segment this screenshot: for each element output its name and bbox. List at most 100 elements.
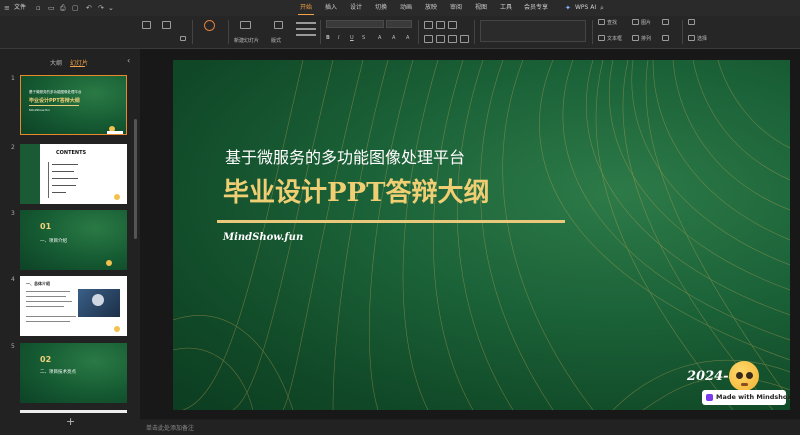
find-button[interactable]: 查找 xyxy=(607,19,617,26)
arrange-button[interactable]: 排列 xyxy=(641,35,651,42)
search-icon[interactable]: ⌕ xyxy=(600,0,604,16)
textbox-icon[interactable] xyxy=(598,35,605,41)
underline-icon[interactable]: U xyxy=(350,35,354,41)
undo-icon[interactable]: ↶ xyxy=(86,0,92,16)
highlight-icon[interactable]: A xyxy=(406,35,409,41)
picture-button[interactable]: 图片 xyxy=(641,19,651,26)
fill-icon[interactable] xyxy=(662,19,669,25)
thumb-subtitle: 基于微服务的多功能图像处理平台 xyxy=(29,90,82,94)
redo-icon[interactable]: ↷ xyxy=(98,0,104,16)
slide-thumbnail-panel: 大纲 幻灯片 ‹ 1 基于微服务的多功能图像处理平台 毕业设计PPT答辩大纲 M… xyxy=(0,49,140,435)
tab-member[interactable]: 会员专享 xyxy=(524,0,548,16)
save-icon[interactable]: ▫ xyxy=(36,0,41,16)
picture-icon[interactable] xyxy=(632,19,639,25)
divider xyxy=(474,20,475,44)
thumb-robot-image xyxy=(78,289,120,317)
slide-thumbnail-3[interactable]: 01 一、项目介绍 xyxy=(20,210,127,270)
textbox-button[interactable]: 文本框 xyxy=(607,35,622,42)
slide-thumbnail-4[interactable]: 一、总体介绍 xyxy=(20,276,127,336)
reuse-icon[interactable] xyxy=(296,34,316,36)
chevron-down-icon[interactable]: ⌄ xyxy=(108,0,114,16)
tab-view[interactable]: 视图 xyxy=(475,0,487,16)
bullets-icon[interactable] xyxy=(424,21,433,29)
tab-review[interactable]: 审阅 xyxy=(450,0,462,16)
slide-thumbnail-2[interactable]: CONTENTS xyxy=(20,144,127,204)
numbering-icon[interactable] xyxy=(436,21,445,29)
tab-tools[interactable]: 工具 xyxy=(500,0,512,16)
thumb-emoji xyxy=(114,194,120,200)
align-right-icon[interactable] xyxy=(448,35,457,43)
find-icon[interactable] xyxy=(598,19,605,25)
slide-title[interactable]: 毕业设计PPT答辩大纲 xyxy=(223,172,489,209)
font-name-field[interactable] xyxy=(326,20,384,28)
new-slide-button[interactable]: 新建幻灯片 xyxy=(234,37,259,44)
folder-icon[interactable]: ▭ xyxy=(48,0,55,16)
tab-outline[interactable]: 大纲 xyxy=(50,58,62,67)
mindshow-badge[interactable]: Made with Mindshow xyxy=(702,390,790,405)
slide-thumbnail-5[interactable]: 02 二、项目技术亮点 xyxy=(20,343,127,403)
thumb-line xyxy=(26,316,76,317)
divider xyxy=(320,20,321,44)
arrange-icon[interactable] xyxy=(632,35,639,41)
file-menu[interactable]: 文件 xyxy=(14,0,26,16)
align-left-icon[interactable] xyxy=(424,35,433,43)
thumb-line xyxy=(52,185,76,186)
slide-subtitle[interactable]: 基于微服务的多功能图像处理平台 xyxy=(225,144,465,168)
collapse-panel-icon[interactable]: ‹ xyxy=(127,56,130,65)
divider xyxy=(682,20,683,44)
hamburger-icon[interactable]: ≡ xyxy=(4,0,10,16)
strikethrough-icon[interactable]: S xyxy=(362,35,365,41)
select-button[interactable]: 选择 xyxy=(697,35,707,42)
replace-icon[interactable] xyxy=(688,19,695,25)
indent-icon[interactable] xyxy=(448,21,457,29)
shapes-gallery[interactable] xyxy=(480,20,586,42)
thumb-slide-title: 一、总体介绍 xyxy=(26,281,50,286)
reset-icon[interactable] xyxy=(296,28,316,30)
cut-icon[interactable] xyxy=(162,21,171,29)
tab-slideshow[interactable]: 放映 xyxy=(425,0,437,16)
preview-icon[interactable]: ▢ xyxy=(72,0,79,16)
slide-author[interactable]: MindShow.fun xyxy=(223,232,303,243)
thumb-line xyxy=(26,306,64,307)
align-center-icon[interactable] xyxy=(436,35,445,43)
slide-thumbnail-6[interactable] xyxy=(20,410,127,413)
justify-icon[interactable] xyxy=(460,35,469,43)
tab-insert[interactable]: 插入 xyxy=(325,0,337,16)
divider xyxy=(192,20,193,44)
font-color-icon[interactable]: A xyxy=(392,35,395,41)
section-icon[interactable] xyxy=(296,22,316,24)
thumb-title: 毕业设计PPT答辩大纲 xyxy=(29,98,80,104)
current-slide[interactable]: 基于微服务的多功能图像处理平台 毕业设计PPT答辩大纲 MindShow.fun… xyxy=(173,60,790,410)
bold-icon[interactable]: B xyxy=(326,35,330,41)
notes-placeholder[interactable]: 单击此处添加备注 xyxy=(146,423,194,432)
thumb-line xyxy=(52,178,78,179)
robot-head-icon xyxy=(92,294,104,306)
notes-bar: 单击此处添加备注 xyxy=(140,420,800,435)
outline-icon[interactable] xyxy=(662,35,669,41)
new-slide-icon[interactable] xyxy=(240,21,251,29)
slide-number: 1 xyxy=(11,75,15,82)
active-tab-underline xyxy=(70,66,85,67)
tab-design[interactable]: 设计 xyxy=(350,0,362,16)
print-icon[interactable]: ⎙ xyxy=(60,0,66,16)
select-icon[interactable] xyxy=(688,35,695,41)
font-size-field[interactable] xyxy=(386,20,412,28)
layout-icon[interactable] xyxy=(274,21,283,29)
tab-wps-ai[interactable]: WPS AI xyxy=(575,0,596,16)
divider xyxy=(228,20,229,44)
play-slideshow-icon[interactable] xyxy=(204,20,215,31)
paste-icon[interactable] xyxy=(142,21,151,29)
title-rule xyxy=(217,220,565,223)
thumb-section-number: 02 xyxy=(40,355,52,364)
panel-scrollbar[interactable] xyxy=(134,119,137,239)
tab-home[interactable]: 开始 xyxy=(297,0,315,16)
tab-animation[interactable]: 动画 xyxy=(400,0,412,16)
slide-thumbnail-1[interactable]: 基于微服务的多功能图像处理平台 毕业设计PPT答辩大纲 MindShow.fun xyxy=(20,75,127,135)
text-effect-icon[interactable]: A xyxy=(378,35,381,41)
add-slide-button[interactable]: + xyxy=(66,415,75,428)
layout-button[interactable]: 版式 xyxy=(271,37,281,44)
format-painter-icon[interactable] xyxy=(180,36,186,41)
thumb-section-number: 01 xyxy=(40,222,52,231)
tab-transition[interactable]: 切换 xyxy=(375,0,387,16)
italic-icon[interactable]: I xyxy=(338,35,339,41)
